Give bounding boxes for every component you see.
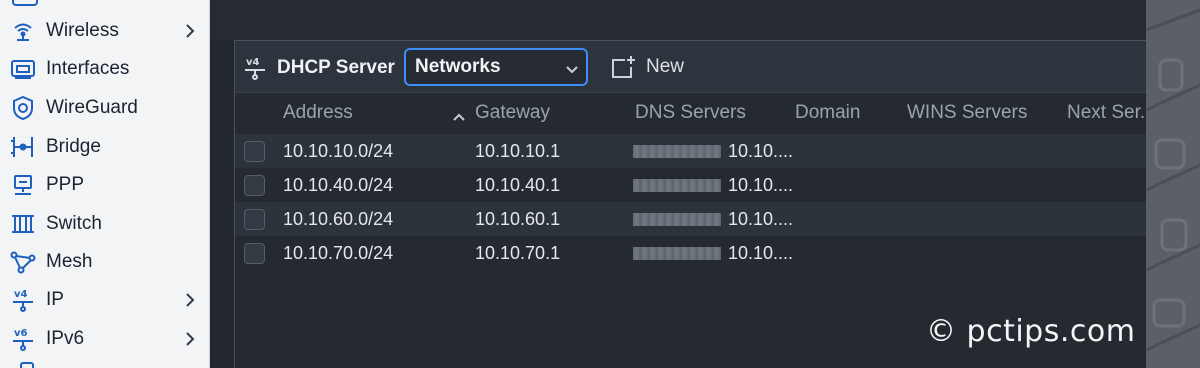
sidebar-item-label: Wireless	[46, 20, 119, 41]
select-value: Networks	[415, 56, 501, 77]
column-header-wins-servers[interactable]: WINS Servers	[907, 102, 1027, 124]
sidebar-item-interfaces[interactable]: Interfaces	[0, 50, 209, 88]
cell-address: 10.10.60.0/24	[283, 209, 394, 229]
table-header: Address Gateway DNS Servers Domain WINS …	[235, 93, 1156, 131]
sidebar-item-switch[interactable]: Switch	[0, 205, 209, 243]
cell-dns-servers: 10.10....	[728, 175, 794, 195]
watermark: © pctips.com	[926, 314, 1136, 349]
ipv4-icon: v4	[9, 287, 37, 313]
sidebar-item-ip[interactable]: v4 IP	[0, 281, 209, 319]
add-icon	[611, 55, 637, 79]
column-header-domain[interactable]: Domain	[795, 102, 860, 124]
cell-address: 10.10.70.0/24	[283, 243, 394, 263]
column-header-next-server[interactable]: Next Ser...	[1067, 102, 1156, 124]
table-row[interactable]: 10.10.10.0/24 10.10.10.1 10.10....	[235, 134, 1147, 168]
sort-ascending-icon	[453, 108, 465, 121]
chevron-right-icon	[182, 22, 198, 40]
sidebar-item-bridge[interactable]: Bridge	[0, 128, 209, 166]
top-bar	[210, 0, 1146, 40]
sidebar-item-label: PPP	[46, 174, 85, 195]
table-row[interactable]: 10.10.60.0/24 10.10.60.1 10.10....	[235, 202, 1147, 236]
redacted-block	[633, 179, 721, 192]
main-area: v4 DHCP Server Networks New Address Gate…	[210, 0, 1156, 368]
chevron-right-icon	[182, 291, 198, 309]
sidebar-item-mesh[interactable]: Mesh	[0, 243, 209, 281]
sidebar-partial-icon	[20, 362, 34, 368]
column-header-address[interactable]: Address	[283, 102, 353, 124]
svg-text:v4: v4	[14, 289, 28, 300]
new-button[interactable]: New	[611, 53, 684, 81]
chevron-down-icon	[566, 62, 578, 74]
cell-address: 10.10.40.0/24	[283, 175, 394, 195]
redacted-block	[633, 247, 721, 260]
cell-gateway: 10.10.10.1	[475, 141, 561, 161]
row-checkbox[interactable]	[244, 209, 265, 230]
switch-icon	[9, 211, 37, 237]
sidebar-item-label: Interfaces	[46, 58, 130, 79]
background-photo-strip	[1146, 0, 1200, 368]
sidebar-item-label: Switch	[46, 213, 102, 234]
cell-gateway: 10.10.60.1	[475, 209, 561, 229]
redacted-block	[633, 213, 721, 226]
sidebar-item-wireless[interactable]: Wireless	[0, 12, 209, 50]
new-button-label: New	[646, 56, 685, 77]
svg-text:v6: v6	[14, 328, 28, 339]
row-checkbox[interactable]	[244, 175, 265, 196]
cell-dns-servers: 10.10....	[728, 141, 794, 161]
table-row[interactable]: 10.10.40.0/24 10.10.40.1 10.10....	[235, 168, 1147, 202]
page-title: DHCP Server	[277, 57, 395, 78]
svg-text:v4: v4	[246, 57, 260, 68]
wireguard-icon	[9, 95, 37, 121]
column-header-gateway[interactable]: Gateway	[475, 102, 550, 124]
cell-gateway: 10.10.40.1	[475, 175, 561, 195]
sidebar-item-label: IP	[46, 289, 64, 310]
cell-dns-servers: 10.10....	[728, 209, 794, 229]
cell-dns-servers: 10.10....	[728, 243, 794, 263]
interfaces-icon	[9, 56, 37, 82]
ipv4-icon: v4	[243, 55, 267, 81]
cell-gateway: 10.10.70.1	[475, 243, 561, 263]
sidebar-item-ipv6[interactable]: v6 IPv6	[0, 320, 209, 358]
column-header-dns-servers[interactable]: DNS Servers	[635, 102, 746, 124]
cell-address: 10.10.10.0/24	[283, 141, 394, 161]
bridge-icon	[9, 134, 37, 160]
sidebar-item-label: Mesh	[46, 251, 93, 272]
wireless-icon	[9, 18, 37, 44]
row-checkbox[interactable]	[244, 243, 265, 264]
row-checkbox[interactable]	[244, 141, 265, 162]
mesh-icon	[9, 249, 37, 275]
sidebar-item-label: IPv6	[46, 328, 85, 349]
chevron-right-icon	[182, 330, 198, 348]
sidebar: Wireless Interfaces WireGuard Bridge PPP…	[0, 0, 210, 368]
ppp-icon	[9, 172, 37, 198]
sidebar-item-wireguard[interactable]: WireGuard	[0, 89, 209, 127]
sidebar-item-label: WireGuard	[46, 97, 138, 118]
sidebar-item-ppp[interactable]: PPP	[0, 166, 209, 204]
panel-header: v4 DHCP Server Networks New	[235, 41, 1147, 93]
keyboard-texture	[1146, 0, 1200, 368]
sidebar-item-label: Bridge	[46, 136, 101, 157]
table-row[interactable]: 10.10.70.0/24 10.10.70.1 10.10....	[235, 236, 1147, 270]
redacted-block	[633, 145, 721, 158]
view-select[interactable]: Networks	[404, 48, 588, 86]
ipv6-icon: v6	[9, 326, 37, 352]
sidebar-partial-icon	[12, 0, 38, 6]
